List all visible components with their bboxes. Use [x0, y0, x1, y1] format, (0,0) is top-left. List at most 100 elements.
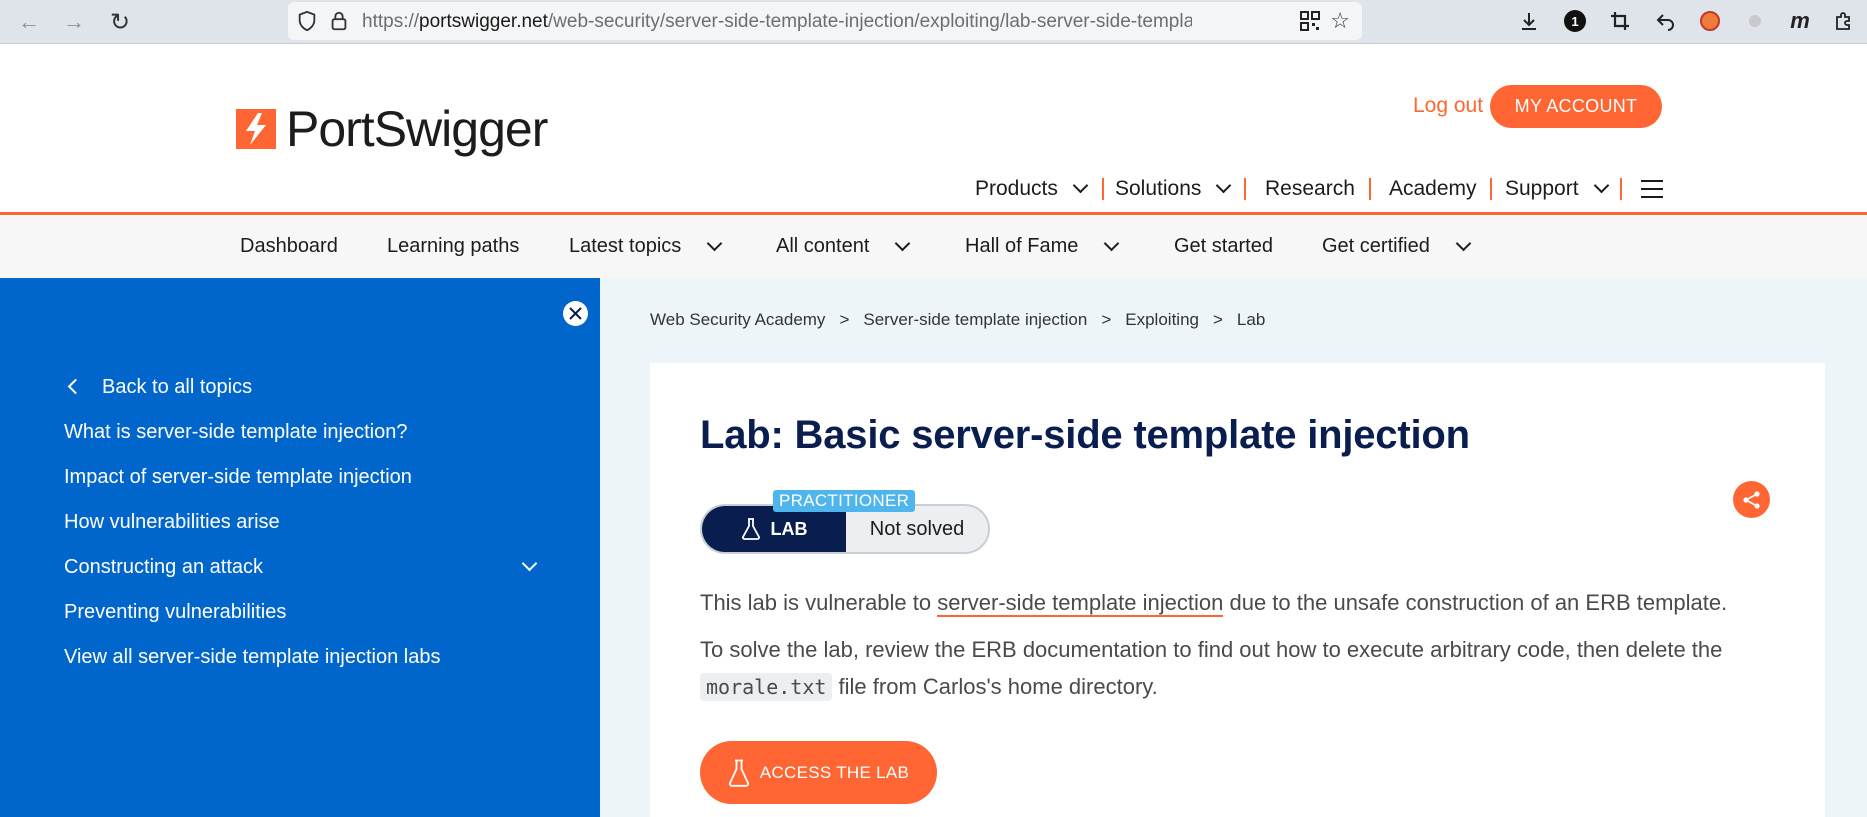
close-sidebar-button[interactable] — [563, 301, 588, 326]
ssti-link[interactable]: server-side template injection — [937, 590, 1224, 617]
reload-icon[interactable]: ↻ — [105, 7, 135, 37]
topic-sidebar — [0, 278, 600, 817]
share-icon — [1742, 490, 1760, 509]
lock-icon[interactable] — [328, 10, 350, 32]
flask-icon — [728, 759, 749, 787]
breadcrumb-web-security-academy[interactable]: Web Security Academy — [650, 310, 825, 330]
breadcrumb-separator: > — [1101, 310, 1112, 329]
access-lab-button[interactable]: ACCESS THE LAB — [700, 741, 937, 804]
lab-solved-status: Not solved — [869, 517, 965, 540]
subnav-dashboard[interactable]: Dashboard — [240, 235, 338, 258]
chevron-down-icon — [895, 235, 911, 251]
url-host: portswigger.net — [419, 11, 548, 32]
access-lab-label: ACCESS THE LAB — [759, 762, 910, 782]
subnav-get-started-label: Get started — [1174, 235, 1273, 257]
back-arrow-icon[interactable]: ← — [14, 7, 44, 37]
breadcrumb-exploiting[interactable]: Exploiting — [1125, 310, 1199, 330]
sidebar-item-impact[interactable]: Impact of server-side template injection — [64, 466, 412, 489]
chevron-down-icon — [707, 235, 723, 251]
subnav-get-certified[interactable]: Get certified — [1322, 235, 1472, 258]
settings-extension-icon[interactable] — [1740, 6, 1770, 36]
hamburger-menu-icon[interactable] — [1641, 180, 1663, 198]
subnav-all-content-label: All content — [776, 235, 870, 257]
subnav-hall-of-fame-label: Hall of Fame — [965, 235, 1079, 257]
subnav-all-content[interactable]: All content — [776, 235, 911, 258]
nav-support-label: Support — [1505, 177, 1579, 200]
subnav-hall-of-fame[interactable]: Hall of Fame — [965, 235, 1120, 258]
nav-solutions-label: Solutions — [1115, 177, 1202, 200]
lab-instructions: To solve the lab, review the ERB documen… — [700, 631, 1810, 706]
sidebar-item-constructing-attack[interactable]: Constructing an attack — [64, 556, 263, 579]
shield-icon[interactable] — [296, 10, 318, 32]
instructions-text: To solve the lab, review the ERB documen… — [700, 637, 1723, 662]
difficulty-level-badge: PRACTITIONER — [773, 490, 916, 512]
url-text[interactable]: https://portswigger.net/web-security/ser… — [362, 11, 1192, 33]
subnav-get-certified-label: Get certified — [1322, 235, 1430, 257]
nav-support[interactable]: Support — [1505, 176, 1609, 202]
portswigger-logo[interactable]: PortSwigger — [236, 100, 548, 158]
subnav-latest-topics[interactable]: Latest topics — [569, 235, 723, 258]
nav-divider — [1490, 178, 1492, 200]
m-extension-icon[interactable]: m — [1785, 6, 1815, 36]
extension-badge-count: 1 — [1564, 10, 1586, 32]
extensions-puzzle-icon[interactable] — [1828, 6, 1858, 36]
download-icon[interactable] — [1514, 6, 1544, 36]
sidebar-item-preventing[interactable]: Preventing vulnerabilities — [64, 601, 286, 624]
academy-subnav: Dashboard Learning paths Latest topics A… — [0, 215, 1867, 278]
breadcrumb-ssti[interactable]: Server-side template injection — [863, 310, 1087, 330]
chevron-down-icon — [1104, 235, 1120, 251]
logo-mark-icon — [236, 109, 276, 149]
filename-code: morale.txt — [700, 673, 833, 701]
subnav-get-started[interactable]: Get started — [1174, 235, 1273, 258]
blocker-extension-icon[interactable] — [1695, 6, 1725, 36]
flask-icon — [741, 518, 760, 540]
qr-code-icon[interactable] — [1300, 11, 1320, 31]
nav-academy[interactable]: Academy — [1389, 176, 1477, 202]
logo-text: PortSwigger — [286, 101, 548, 157]
chevron-down-icon — [1216, 177, 1232, 194]
subnav-learning-paths-label: Learning paths — [387, 235, 520, 257]
subnav-dashboard-label: Dashboard — [240, 235, 338, 257]
chevron-down-icon — [1072, 177, 1089, 194]
nav-products[interactable]: Products — [975, 176, 1089, 202]
url-path: /web-security/server-side-template-injec… — [547, 11, 1192, 32]
browser-toolbar: ← → ↻ https://portswigger.net/web-securi… — [0, 0, 1867, 44]
nav-divider — [1369, 178, 1371, 200]
breadcrumb-separator: > — [1212, 310, 1223, 329]
lab-type-badge: LAB — [702, 506, 846, 552]
sidebar-item-what-is-ssti[interactable]: What is server-side template injection? — [64, 421, 407, 444]
nav-products-label: Products — [975, 177, 1058, 200]
sidebar-item-view-all-labs[interactable]: View all server-side template injection … — [64, 646, 440, 669]
chevron-down-icon — [1455, 235, 1472, 251]
share-button[interactable] — [1733, 481, 1770, 518]
close-icon — [569, 307, 582, 320]
breadcrumb-lab[interactable]: Lab — [1237, 310, 1265, 330]
lab-description: This lab is vulnerable to server-side te… — [700, 584, 1727, 621]
description-text: This lab is vulnerable to — [700, 590, 938, 615]
breadcrumb-separator: > — [839, 310, 850, 329]
logout-link[interactable]: Log out — [1413, 94, 1483, 118]
sidebar-item-how-arise[interactable]: How vulnerabilities arise — [64, 511, 280, 534]
my-account-button[interactable]: MY ACCOUNT — [1490, 85, 1662, 128]
url-scheme: https:// — [362, 11, 420, 32]
nav-divider — [1102, 178, 1104, 200]
lab-type-label: LAB — [770, 518, 808, 539]
instructions-text: file from Carlos's home directory. — [832, 674, 1158, 699]
crop-icon[interactable] — [1605, 6, 1635, 36]
password-manager-icon[interactable]: 1 — [1560, 6, 1590, 36]
nav-research-label: Research — [1265, 177, 1355, 200]
address-bar[interactable]: https://portswigger.net/web-security/ser… — [288, 2, 1362, 40]
nav-divider — [1620, 178, 1622, 200]
back-to-topics-link[interactable]: Back to all topics — [102, 376, 252, 399]
forward-arrow-icon[interactable]: → — [59, 7, 89, 37]
subnav-latest-topics-label: Latest topics — [569, 235, 682, 257]
bookmark-star-icon[interactable]: ☆ — [1330, 8, 1350, 34]
nav-research[interactable]: Research — [1265, 176, 1355, 202]
breadcrumb: Web Security Academy > Server-side templ… — [650, 310, 1265, 330]
chevron-down-icon — [1593, 177, 1609, 194]
nav-solutions[interactable]: Solutions — [1115, 176, 1232, 202]
nav-academy-label: Academy — [1389, 177, 1477, 200]
page-title: Lab: Basic server-side template injectio… — [700, 413, 1470, 457]
subnav-learning-paths[interactable]: Learning paths — [387, 235, 519, 258]
undo-icon[interactable] — [1650, 6, 1680, 36]
